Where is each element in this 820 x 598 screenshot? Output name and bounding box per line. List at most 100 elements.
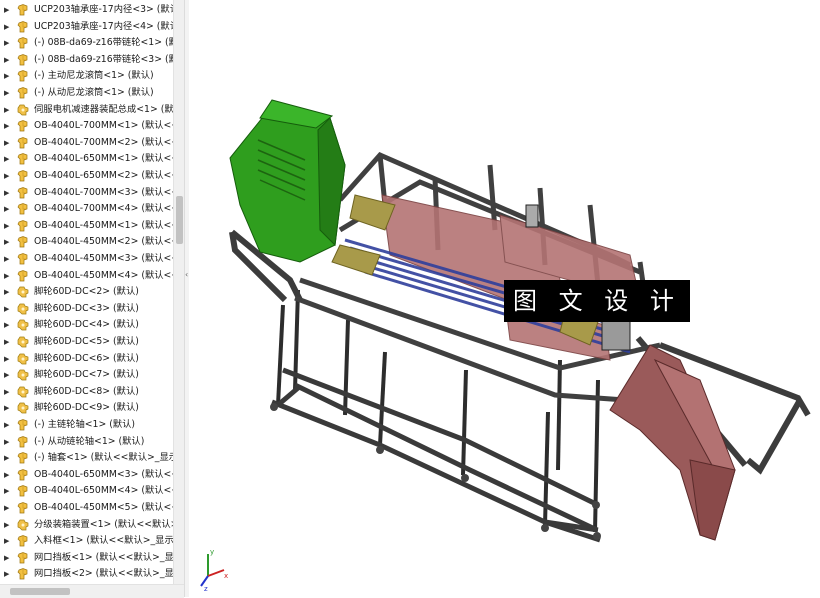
tree-scroll-thumb[interactable] [176, 196, 183, 244]
tree-item[interactable]: ▶ (-) 主动尼龙滚筒<1> (默认) [0, 68, 178, 84]
assembly-icon [17, 303, 30, 315]
tree-item[interactable]: ▶ UCP203轴承座-17内径<4> (默认 [0, 19, 178, 35]
expand-arrow-icon[interactable]: ▶ [4, 550, 9, 566]
tree-item[interactable]: ▶ OB-4040L-700MM<2> (默认<< [0, 135, 178, 151]
tree-item[interactable]: ▶ 脚轮60D-DC<7> (默认) [0, 367, 178, 383]
part-icon [17, 219, 30, 232]
expand-arrow-icon[interactable]: ▶ [4, 301, 9, 317]
graphics-viewport[interactable]: 图 文 设 计 [189, 0, 820, 597]
tree-item[interactable]: ▶ 脚轮60D-DC<9> (默认) [0, 400, 178, 416]
expand-arrow-icon[interactable]: ▶ [4, 52, 9, 68]
tree-item[interactable]: ▶ 分级装箱装置<1> (默认<<默认>_ [0, 517, 178, 533]
tree-item-label: 脚轮60D-DC<7> (默认) [34, 369, 139, 381]
expand-arrow-icon[interactable]: ▶ [4, 268, 9, 284]
expand-arrow-icon[interactable]: ▶ [4, 168, 9, 184]
tree-item[interactable]: ▶ 伺服电机减速器装配总成<1> (默认 [0, 102, 178, 118]
expand-arrow-icon[interactable]: ▶ [4, 185, 9, 201]
expand-arrow-icon[interactable]: ▶ [4, 334, 9, 350]
tree-item[interactable]: ▶ OB-4040L-700MM<1> (默认<< [0, 118, 178, 134]
part-icon [17, 186, 30, 199]
expand-arrow-icon[interactable]: ▶ [4, 118, 9, 134]
expand-arrow-icon[interactable]: ▶ [4, 417, 9, 433]
tree-item[interactable]: ▶ (-) 主链轮轴<1> (默认) [0, 417, 178, 433]
tree-item[interactable]: ▶ 脚轮60D-DC<2> (默认) [0, 284, 178, 300]
expand-arrow-icon[interactable]: ▶ [4, 135, 9, 151]
tree-item[interactable]: ▶ 网口挡板<1> (默认<<默认>_显示 [0, 550, 178, 566]
tree-item-label: OB-4040L-650MM<2> (默认<< [34, 170, 178, 181]
tree-item-label: (-) 从动尼龙滚筒<1> (默认) [34, 87, 154, 98]
tree-item[interactable]: ▶ OB-4040L-650MM<2> (默认<< [0, 168, 178, 184]
expand-arrow-icon[interactable]: ▶ [4, 450, 9, 466]
expand-arrow-icon[interactable]: ▶ [4, 35, 9, 51]
tree-item[interactable]: ▶ UCP203轴承座-17内径<3> (默认 [0, 2, 178, 18]
tree-item[interactable]: ▶ 脚轮60D-DC<6> (默认) [0, 351, 178, 367]
assembly-icon [17, 336, 30, 348]
tree-item[interactable]: ▶ 网口挡板<2> (默认<<默认>_显示 [0, 566, 178, 582]
tree-item-label: 分级装箱装置<1> (默认<<默认>_ [34, 518, 178, 530]
expand-arrow-icon[interactable]: ▶ [4, 102, 9, 118]
expand-arrow-icon[interactable]: ▶ [4, 434, 9, 450]
tree-hscroll-thumb[interactable] [10, 588, 70, 595]
part-icon [17, 435, 30, 448]
expand-arrow-icon[interactable]: ▶ [4, 234, 9, 250]
expand-arrow-icon[interactable]: ▶ [4, 201, 9, 217]
expand-arrow-icon[interactable]: ▶ [4, 317, 9, 333]
expand-arrow-icon[interactable]: ▶ [4, 500, 9, 516]
tree-item[interactable]: ▶ (-) 08B-da69-z16带链轮<3> (默认 [0, 52, 178, 68]
tree-item[interactable]: ▶ OB-4040L-700MM<3> (默认<< [0, 185, 178, 201]
expand-arrow-icon[interactable]: ▶ [4, 218, 9, 234]
tree-item[interactable]: ▶ OB-4040L-650MM<3> (默认<< [0, 467, 178, 483]
expand-arrow-icon[interactable]: ▶ [4, 19, 9, 35]
expand-arrow-icon[interactable]: ▶ [4, 517, 9, 533]
part-icon [17, 502, 30, 514]
expand-arrow-icon[interactable]: ▶ [4, 351, 9, 367]
expand-arrow-icon[interactable]: ▶ [4, 68, 9, 84]
axis-triad-icon[interactable]: y x z [196, 546, 230, 592]
tree-item[interactable]: ▶ OB-4040L-450MM<4> (默认<< [0, 268, 178, 284]
tree-item-label: OB-4040L-450MM<4> (默认<< [34, 269, 178, 281]
part-icon [17, 4, 30, 16]
tree-item-label: 脚轮60D-DC<3> (默认) [34, 302, 139, 314]
triad-y-label: y [210, 548, 214, 556]
tree-item[interactable]: ▶ 脚轮60D-DC<3> (默认) [0, 301, 178, 317]
tree-item[interactable]: ▶ OB-4040L-450MM<5> (默认<< [0, 500, 178, 516]
tree-item-label: OB-4040L-450MM<1> (默认<< [34, 219, 178, 231]
tree-item[interactable]: ▶ 脚轮60D-DC<5> (默认) [0, 334, 178, 350]
tree-item[interactable]: ▶ 脚轮60D-DC<4> (默认) [0, 317, 178, 333]
expand-arrow-icon[interactable]: ▶ [4, 2, 9, 18]
expand-arrow-icon[interactable]: ▶ [4, 384, 9, 400]
tree-item-label: (-) 主动尼龙滚筒<1> (默认) [34, 70, 154, 82]
tree-item-label: OB-4040L-700MM<4> (默认<< [34, 203, 178, 215]
expand-arrow-icon[interactable]: ▶ [4, 533, 9, 549]
tree-item[interactable]: ▶ 入料框<1> (默认<<默认>_显示状 [0, 533, 178, 549]
expand-arrow-icon[interactable]: ▶ [4, 400, 9, 416]
tree-item[interactable]: ▶ (-) 从动尼龙滚筒<1> (默认) [0, 85, 178, 101]
expand-arrow-icon[interactable]: ▶ [4, 251, 9, 267]
tree-item[interactable]: ▶ OB-4040L-650MM<4> (默认<< [0, 483, 178, 499]
tree-item-label: UCP203轴承座-17内径<3> (默认 [34, 4, 178, 15]
tree-item[interactable]: ▶ (-) 轴套<1> (默认<<默认>_显示状 [0, 450, 178, 466]
part-icon [17, 452, 30, 464]
tree-item[interactable]: ▶ OB-4040L-450MM<2> (默认<< [0, 234, 178, 250]
part-icon [17, 53, 30, 66]
tree-item[interactable]: ▶ 脚轮60D-DC<8> (默认) [0, 384, 178, 400]
expand-arrow-icon[interactable]: ▶ [4, 467, 9, 483]
expand-arrow-icon[interactable]: ▶ [4, 367, 9, 383]
tree-item[interactable]: ▶ OB-4040L-450MM<1> (默认<< [0, 218, 178, 234]
expand-arrow-icon[interactable]: ▶ [4, 85, 9, 101]
expand-arrow-icon[interactable]: ▶ [4, 483, 9, 499]
tree-item[interactable]: ▶ OB-4040L-450MM<3> (默认<< [0, 251, 178, 267]
tree-item[interactable]: ▶ (-) 从动链轮轴<1> (默认) [0, 434, 178, 450]
tree-item-label: (-) 08B-da69-z16带链轮<1> (默认 [34, 37, 178, 49]
tree-item[interactable]: ▶ OB-4040L-700MM<4> (默认<< [0, 201, 178, 217]
tree-item-label: (-) 08B-da69-z16带链轮<3> (默认 [34, 53, 178, 65]
discharge-chute [609, 344, 736, 541]
expand-arrow-icon[interactable]: ▶ [4, 284, 9, 300]
tree-item-label: 脚轮60D-DC<4> (默认) [34, 319, 139, 331]
tree-item[interactable]: ▶ (-) 08B-da69-z16带链轮<1> (默认 [0, 35, 178, 51]
tree-horizontal-scrollbar[interactable] [0, 584, 184, 598]
expand-arrow-icon[interactable]: ▶ [4, 566, 9, 582]
part-icon [17, 87, 30, 99]
tree-item[interactable]: ▶ OB-4040L-650MM<1> (默认<< [0, 151, 178, 167]
expand-arrow-icon[interactable]: ▶ [4, 151, 9, 167]
